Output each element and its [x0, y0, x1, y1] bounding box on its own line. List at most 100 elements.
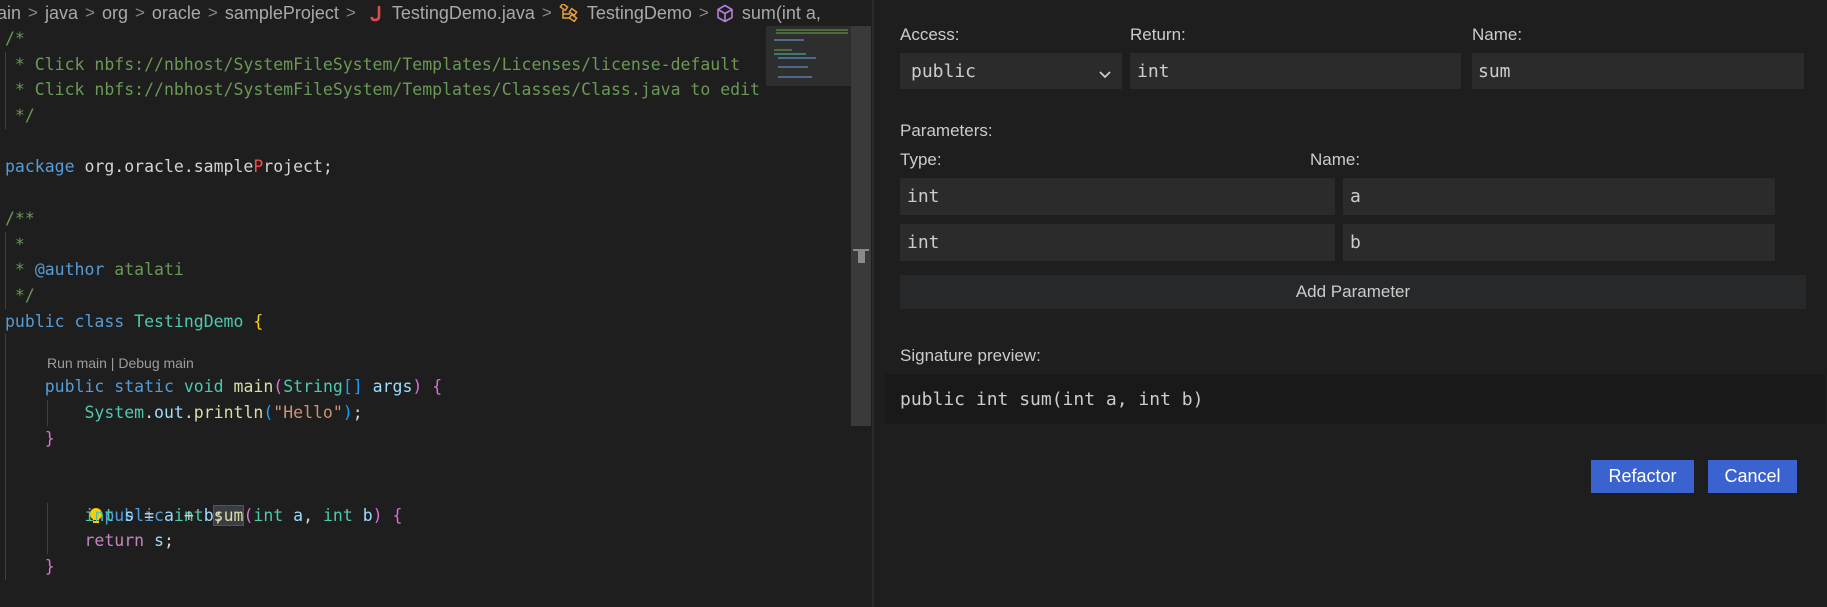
breadcrumb-item-oracle[interactable]: oracle — [152, 3, 201, 24]
class-icon — [559, 4, 579, 22]
breadcrumb-separator-icon: > — [345, 3, 356, 22]
cancel-button[interactable]: Cancel — [1708, 460, 1797, 493]
minimap-line — [778, 66, 808, 68]
minimap-line — [776, 32, 848, 34]
indent-guide — [5, 451, 6, 477]
method-name-input[interactable] — [1472, 53, 1804, 89]
doc-comment: * — [5, 260, 35, 280]
scrollbar[interactable] — [851, 26, 871, 426]
debug-main-link[interactable]: Debug main — [118, 355, 194, 371]
variable-name: s — [154, 531, 164, 551]
indent-guide — [5, 554, 6, 580]
code-line: * Click nbfs://nbhost/SystemFileSystem/T… — [0, 77, 765, 104]
parameters-label: Parameters: — [900, 121, 993, 140]
code-line: package org.oracle.sampleProject; — [0, 154, 765, 180]
keyword: int — [84, 505, 115, 525]
minimap-line — [778, 76, 812, 78]
signature-preview-text: public int sum(int a, int b) — [900, 388, 1204, 410]
code-line: return s; — [0, 528, 765, 555]
indent-guide — [5, 352, 6, 375]
breadcrumb-item-file[interactable]: TestingDemo.java — [392, 3, 535, 24]
keyword: void — [183, 377, 224, 397]
method-name: main — [233, 377, 274, 397]
param-name-input[interactable] — [1343, 178, 1775, 215]
doc-tag: @author — [34, 260, 105, 280]
breadcrumb-item-class[interactable]: TestingDemo — [587, 3, 692, 24]
change-method-signature-panel: Access: public Return: Name: Parameters:… — [874, 0, 1827, 607]
chevron-down-icon — [1098, 64, 1112, 85]
name-label: Name: — [1472, 25, 1523, 44]
doc-comment: * — [5, 234, 25, 254]
param-name-input[interactable] — [1343, 224, 1775, 261]
code-line: * @author atalati — [0, 257, 765, 283]
indent-guide — [5, 399, 6, 426]
param-type-input[interactable] — [900, 178, 1335, 215]
minimap-line — [776, 29, 848, 31]
access-select-value: public — [911, 60, 977, 82]
code-line: * Click nbfs://nbhost/SystemFileSystem/T… — [0, 51, 765, 78]
breadcrumb-separator-icon: > — [28, 3, 38, 22]
brace: { — [253, 311, 264, 331]
code-line: */ — [0, 282, 765, 309]
access-select[interactable]: public — [900, 53, 1122, 89]
minimap[interactable] — [766, 26, 851, 607]
code-line: } — [0, 425, 765, 452]
method-name: println — [193, 402, 264, 422]
breadcrumb-item-org[interactable]: org — [102, 3, 128, 24]
run-main-link[interactable]: Run main — [47, 355, 107, 371]
refactor-button[interactable]: Refactor — [1591, 460, 1694, 493]
method-icon — [716, 4, 734, 23]
doc-comment: atalati — [104, 260, 184, 280]
codelens: Run main | Debug main — [0, 352, 765, 375]
variable-name: b — [203, 505, 214, 525]
breadcrumb-item-main[interactable]: ain — [0, 3, 21, 24]
code-area[interactable]: /* * Click nbfs://nbhost/SystemFileSyste… — [0, 26, 765, 580]
breadcrumb-separator-icon: > — [207, 3, 218, 22]
code-line — [0, 334, 765, 353]
code-line: public static void main(String[] args) { — [0, 374, 765, 400]
code-line: public int sum(int a, int b) { — [0, 477, 765, 526]
comment-text: * Click nbfs://nbhost/SystemFileSystem/T… — [5, 54, 741, 74]
add-parameter-button[interactable]: Add Parameter — [900, 275, 1806, 309]
breadcrumb-item-java[interactable]: java — [45, 3, 78, 24]
code-line: /** — [0, 206, 765, 232]
doc-comment: */ — [5, 285, 35, 305]
array-brackets: [] — [342, 377, 363, 397]
package-name: roject; — [263, 157, 333, 177]
indent-guide — [5, 77, 6, 104]
keyword: return — [84, 531, 145, 551]
class-name: System — [84, 402, 145, 422]
breadcrumb: ain > java > org > oracle > sampleProjec… — [0, 0, 869, 26]
codelens-separator: | — [106, 355, 119, 372]
indent-guide — [5, 231, 6, 258]
keyword: static — [114, 377, 174, 397]
comment-text: /* — [5, 29, 25, 48]
access-label: Access: — [900, 25, 960, 44]
split-sash-grip-icon[interactable] — [858, 251, 865, 263]
indent-guide — [5, 51, 6, 78]
param-type-input[interactable] — [900, 224, 1335, 261]
variable-name: s — [124, 505, 135, 525]
code-line: * — [0, 231, 765, 258]
return-label: Return: — [1130, 25, 1186, 44]
code-line: int s = a + b; — [0, 502, 765, 529]
class-name: TestingDemo — [134, 311, 244, 331]
keyword: class — [74, 311, 125, 331]
indent-guide — [5, 374, 6, 400]
code-line — [0, 451, 765, 477]
breadcrumb-item-method[interactable]: sum(int a, — [742, 3, 821, 24]
indent-guide — [5, 502, 6, 529]
minimap-line — [778, 57, 816, 59]
indent-guide — [47, 528, 48, 555]
signature-preview: public int sum(int a, int b) — [885, 374, 1825, 424]
indent-guide — [5, 477, 6, 503]
return-type-input[interactable] — [1130, 53, 1461, 89]
minimap-line — [774, 39, 804, 41]
breadcrumb-separator-icon: > — [698, 3, 709, 22]
indent-guide — [5, 528, 6, 555]
indent-guide — [5, 334, 6, 353]
breadcrumb-item-sampleproject[interactable]: sampleProject — [225, 3, 339, 24]
code-line: /* — [0, 26, 765, 52]
